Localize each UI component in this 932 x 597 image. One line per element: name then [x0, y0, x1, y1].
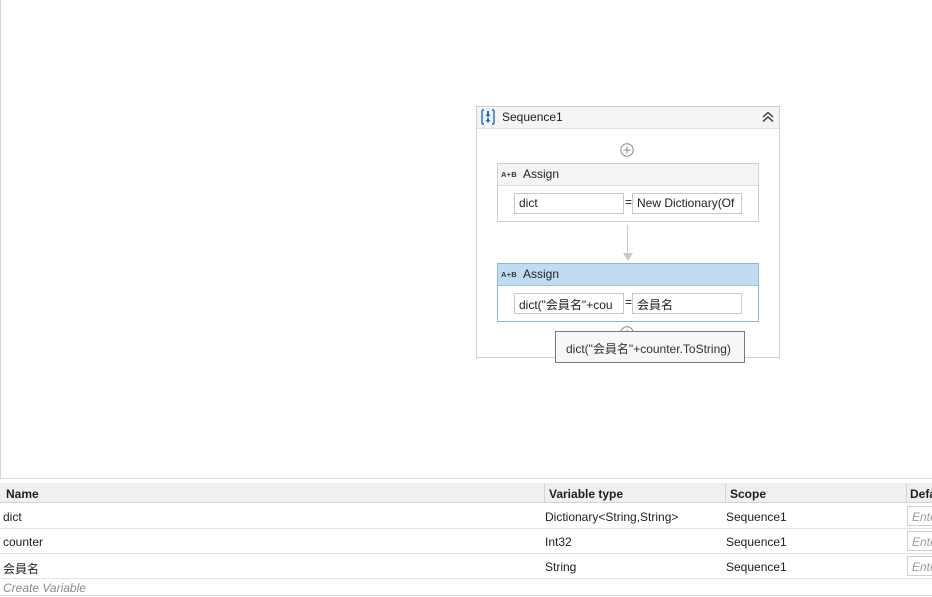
variable-scope[interactable]: Sequence1: [726, 535, 787, 549]
divider: [0, 595, 932, 596]
flow-connector-line: [627, 225, 628, 255]
variable-type[interactable]: Dictionary<String,String>: [545, 510, 678, 524]
variable-row[interactable]: dict Dictionary<String,String> Sequence1…: [0, 504, 932, 529]
variable-row[interactable]: 会員名 String Sequence1 Enter: [0, 554, 932, 579]
sequence-header[interactable]: Sequence1: [477, 107, 779, 129]
variable-name[interactable]: dict: [3, 510, 22, 524]
column-header-default[interactable]: Defa: [907, 483, 932, 503]
equals-sign: =: [625, 195, 633, 209]
assign-title: Assign: [523, 267, 560, 281]
create-variable-link[interactable]: Create Variable: [3, 581, 86, 595]
assign-title: Assign: [523, 167, 560, 181]
variable-scope[interactable]: Sequence1: [726, 510, 787, 524]
column-header-scope[interactable]: Scope: [726, 483, 907, 503]
assign-to-field[interactable]: dict("会員名"+cou: [514, 293, 624, 314]
workflow-designer-canvas[interactable]: Sequence1 A+B Assign dict = New Dictiona…: [0, 0, 932, 478]
column-header-name[interactable]: Name: [0, 483, 545, 503]
assign-activity[interactable]: A+B Assign dict = New Dictionary(Of: [497, 163, 759, 222]
add-activity-plus-icon[interactable]: [620, 143, 634, 157]
variable-default-input[interactable]: Enter: [907, 531, 932, 551]
equals-sign: =: [625, 295, 633, 309]
assign-to-field[interactable]: dict: [514, 193, 624, 214]
flow-arrow-down-icon: [623, 253, 633, 261]
assign-activity-selected[interactable]: A+B Assign dict("会員名"+cou = 会員名: [497, 263, 759, 322]
assign-ab-icon: A+B: [501, 270, 517, 279]
assign-header[interactable]: A+B Assign: [498, 264, 758, 286]
sequence-title: Sequence1: [502, 110, 563, 124]
variable-type[interactable]: Int32: [545, 535, 572, 549]
variables-panel: Name Variable type Scope Defa dict Dicti…: [0, 478, 932, 597]
variable-scope[interactable]: Sequence1: [726, 560, 787, 574]
assign-value-field[interactable]: 会員名: [632, 293, 742, 314]
sequence-icon: [481, 109, 495, 125]
tooltip: dict("会員名"+counter.ToString): [555, 331, 745, 363]
column-header-variable-type[interactable]: Variable type: [545, 483, 726, 503]
assign-value-field[interactable]: New Dictionary(Of: [632, 193, 742, 214]
variable-row[interactable]: counter Int32 Sequence1 Enter: [0, 529, 932, 554]
double-chevron-up-icon[interactable]: [761, 110, 775, 124]
variable-name[interactable]: counter: [3, 535, 43, 549]
variable-default-input[interactable]: Enter: [907, 556, 932, 576]
assign-ab-icon: A+B: [501, 170, 517, 179]
variable-type[interactable]: String: [545, 560, 576, 574]
variable-name[interactable]: 会員名: [3, 560, 39, 577]
assign-header[interactable]: A+B Assign: [498, 164, 758, 186]
variable-default-input[interactable]: Enter: [907, 506, 932, 526]
sequence-container[interactable]: Sequence1 A+B Assign dict = New Dictiona…: [476, 106, 780, 358]
